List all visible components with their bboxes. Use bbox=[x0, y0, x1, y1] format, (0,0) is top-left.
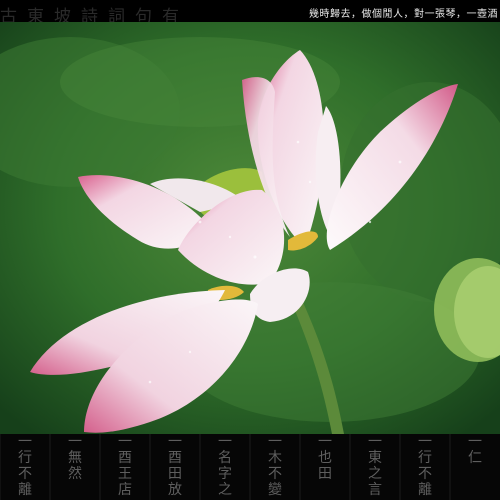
calligraphy-character: 店 bbox=[118, 482, 132, 498]
calligraphy-character: 一 bbox=[118, 434, 132, 450]
image-frame: 古東坡詩詞句有 幾時歸去，做個閒人，對一張琴，一壺酒 一 行 不 離 一 無 然… bbox=[0, 0, 500, 500]
calligraphy-character: 一 bbox=[168, 434, 182, 450]
calligraphy-character: 木 bbox=[268, 450, 282, 466]
calligraphy-character: 王 bbox=[118, 466, 132, 482]
calligraphy-strip: 一行不離一無然一酉王店一酉田放一名字之一木不變一也田一東之言一行不離一仁 bbox=[0, 434, 482, 500]
bottom-calligraphy-band: 一行不離一無然一酉王店一酉田放一名字之一木不變一也田一東之言一行不離一仁 bbox=[0, 434, 500, 500]
calligraphy-character: 酉 bbox=[168, 450, 182, 466]
calligraphy-character: 行 bbox=[418, 450, 432, 466]
calligraphy-character: 離 bbox=[18, 481, 32, 498]
calligraphy-character: 一 bbox=[368, 434, 382, 450]
calligraphy-character: 田 bbox=[318, 466, 332, 482]
poem-caption: 幾時歸去，做個閒人，對一張琴，一壺酒 bbox=[309, 9, 498, 20]
calligraphy-character: 酉 bbox=[118, 450, 132, 466]
calligraphy-character: 一 bbox=[18, 434, 32, 450]
calligraphy-character: 然 bbox=[68, 465, 82, 482]
calligraphy-character: 字 bbox=[218, 466, 232, 482]
calligraphy-character: 變 bbox=[268, 482, 282, 498]
calligraphy-character: 一 bbox=[418, 434, 432, 450]
calligraphy-character: 行 bbox=[18, 450, 32, 466]
calligraphy-character: 一 bbox=[318, 434, 332, 450]
calligraphy-character: 不 bbox=[418, 466, 432, 482]
calligraphy-character: 之 bbox=[218, 482, 232, 498]
calligraphy-character: 一 bbox=[218, 434, 232, 450]
background-calligraphy: 古東坡詩詞句有 bbox=[0, 7, 189, 22]
calligraphy-character: 無 bbox=[68, 450, 82, 466]
calligraphy-character: 一 bbox=[268, 434, 282, 450]
calligraphy-character: 不 bbox=[18, 466, 32, 482]
top-caption-band: 古東坡詩詞句有 幾時歸去，做個閒人，對一張琴，一壺酒 bbox=[0, 0, 500, 22]
calligraphy-character: 名 bbox=[218, 450, 232, 466]
calligraphy-character: 田 bbox=[168, 466, 182, 482]
calligraphy-character: 言 bbox=[368, 482, 382, 498]
calligraphy-character: 離 bbox=[418, 481, 432, 498]
calligraphy-character: 東 bbox=[368, 450, 382, 466]
calligraphy-character: 一 bbox=[468, 434, 482, 450]
calligraphy-character: 仁 bbox=[468, 450, 482, 466]
lotus-photo bbox=[0, 22, 500, 434]
calligraphy-character: 不 bbox=[268, 466, 282, 482]
calligraphy-character: 放 bbox=[168, 482, 182, 498]
calligraphy-character: 之 bbox=[368, 466, 382, 482]
lotus-illustration bbox=[0, 22, 500, 434]
calligraphy-character: 也 bbox=[318, 450, 332, 466]
calligraphy-character: 一 bbox=[68, 434, 82, 450]
